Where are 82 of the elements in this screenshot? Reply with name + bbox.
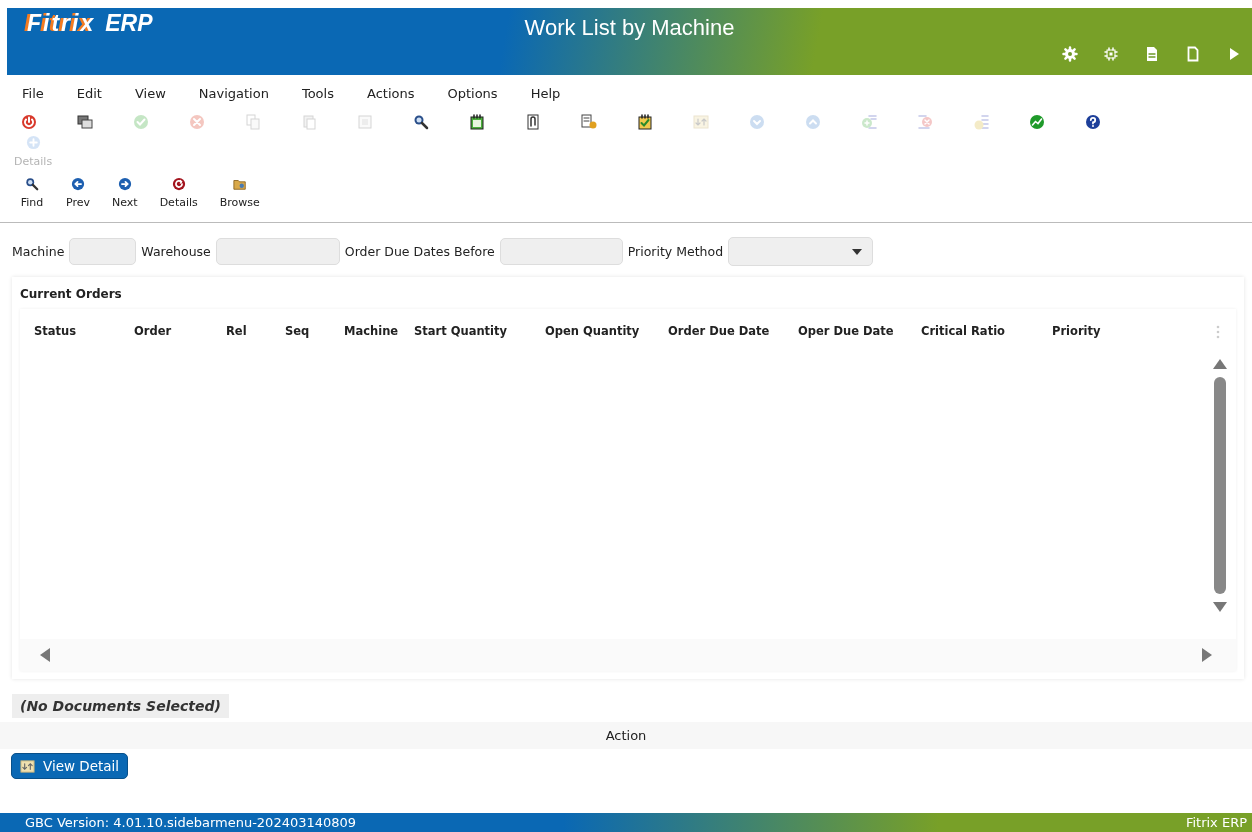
header-button[interactable]	[1185, 46, 1201, 62]
column-header[interactable]: Order	[134, 324, 226, 338]
documents-label: (No Documents Selected)	[12, 694, 229, 718]
header-button[interactable]	[1103, 46, 1119, 62]
column-header[interactable]: Start Quantity	[414, 324, 545, 338]
folder-icon	[232, 177, 247, 191]
field-label: Priority Method	[627, 244, 724, 259]
menu-item[interactable]: Options	[447, 83, 498, 103]
header-button[interactable]	[1144, 46, 1160, 62]
field-label: Order Due Dates Before	[344, 244, 495, 259]
arrow-right-icon	[117, 177, 132, 191]
notepad-icon	[469, 113, 485, 130]
menu-item[interactable]: Help	[530, 83, 561, 103]
column-header[interactable]: Rel	[226, 324, 285, 338]
help-icon	[1085, 113, 1101, 130]
scroll-down-icon[interactable]	[1213, 602, 1227, 612]
power-icon	[21, 113, 37, 130]
toolbar-button[interactable]: Find	[20, 177, 44, 222]
input-field[interactable]	[499, 238, 623, 265]
chip-icon	[1103, 46, 1119, 62]
chevron-up-icon	[805, 113, 821, 130]
scroll-left-icon[interactable]	[40, 648, 50, 662]
check-icon	[133, 113, 149, 130]
column-header[interactable]: Seq	[285, 324, 344, 338]
refresh-icon	[171, 177, 186, 191]
menu-item[interactable]: Navigation	[198, 83, 269, 103]
field-label: Warehouse	[141, 244, 211, 259]
column-header[interactable]: Open Quantity	[545, 324, 668, 338]
menu-item[interactable]: Edit	[76, 83, 102, 103]
caret-icon	[852, 248, 863, 255]
column-header[interactable]: Critical Ratio	[921, 324, 1052, 338]
column-header[interactable]: Oper Due Date	[798, 324, 921, 338]
paperclip-icon	[525, 113, 541, 130]
document-person-icon	[581, 113, 597, 130]
add-row-icon	[861, 113, 877, 130]
search-icon	[25, 177, 39, 191]
column-header[interactable]: Priority	[1052, 324, 1172, 338]
x-circle-icon	[189, 113, 205, 130]
chevron-down-icon	[749, 113, 765, 130]
blank-page-icon	[1185, 46, 1201, 62]
dashed-page-icon	[357, 113, 373, 130]
more-icon[interactable]	[1216, 325, 1220, 339]
copy-icon	[245, 113, 261, 130]
header-button[interactable]	[1062, 46, 1078, 62]
search-icon	[413, 113, 429, 130]
input-field[interactable]	[215, 238, 340, 265]
plus-circle-icon	[25, 135, 41, 150]
column-header[interactable]: Status	[34, 324, 134, 338]
logo: Fitrix ERP	[27, 10, 153, 37]
swap-icon	[20, 758, 35, 774]
field-label: Machine	[12, 244, 65, 259]
menu-item[interactable]: Tools	[301, 83, 334, 103]
column-header[interactable]: Machine	[344, 324, 414, 338]
scroll-right-icon[interactable]	[1202, 648, 1212, 662]
settings-icon	[1062, 46, 1078, 62]
dropdown-field[interactable]	[728, 237, 874, 266]
toolbar-button[interactable]: Prev	[66, 177, 90, 222]
insert-row-icon	[973, 113, 989, 130]
menu-item[interactable]: File	[22, 83, 44, 103]
window-title: Work List by Machine	[524, 15, 735, 41]
delete-row-icon	[917, 113, 933, 130]
scrollbar-thumb[interactable]	[1214, 377, 1226, 594]
stacked-windows-icon	[77, 113, 93, 130]
input-field[interactable]	[69, 238, 137, 265]
action-label: Action	[605, 728, 647, 743]
paste-icon	[301, 113, 317, 130]
arrow-left-icon	[71, 177, 85, 191]
product-name: Fitrix ERP	[1185, 815, 1247, 830]
menu-item[interactable]: View	[134, 83, 166, 103]
view-detail-button[interactable]: View Detail	[11, 753, 129, 779]
scroll-up-icon[interactable]	[1213, 359, 1227, 369]
panel-title: Current Orders	[20, 287, 123, 303]
toolbar-button[interactable]: Browse	[219, 177, 260, 222]
column-header[interactable]: Order Due Date	[668, 324, 798, 338]
chart-icon	[1029, 113, 1045, 130]
toolbar-button[interactable]: Details	[159, 177, 198, 222]
swap-icon	[693, 113, 709, 130]
document-icon	[1144, 46, 1160, 62]
menu-item[interactable]: Actions	[366, 83, 415, 103]
version-text: GBC Version: 4.01.10.sidebarmenu-202403140809	[25, 815, 357, 830]
checklist-icon	[637, 113, 653, 130]
toolbar-button[interactable]: Next	[112, 177, 138, 222]
